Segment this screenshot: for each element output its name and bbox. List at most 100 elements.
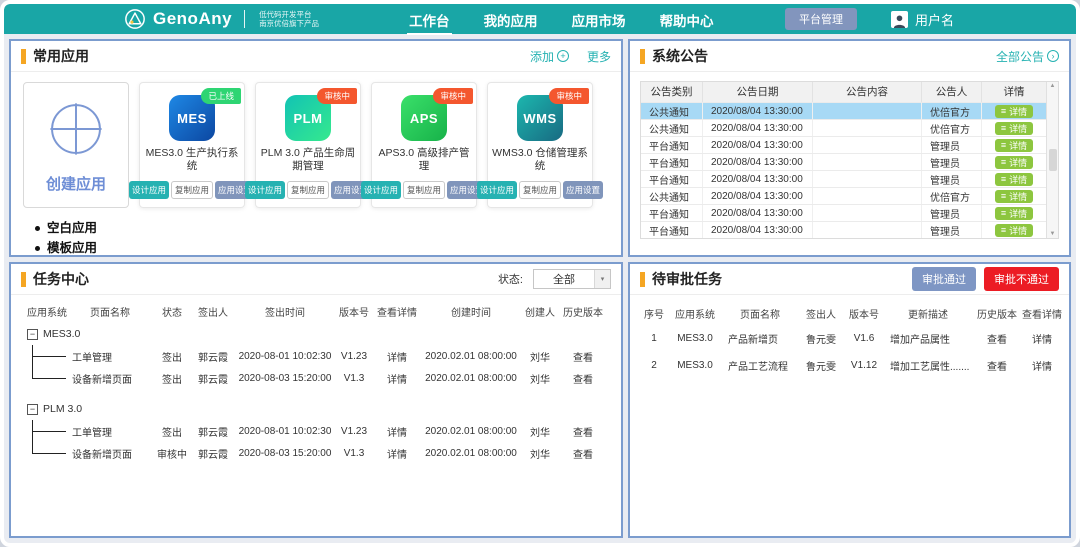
app-settings-button[interactable]: 应用设置	[563, 181, 603, 199]
nav-item-help-center[interactable]: 帮助中心	[658, 4, 716, 35]
common-apps-body: 创建应用 空白应用 模板应用 已上线 MES MES3.0 生产执行系统 设计应…	[11, 72, 621, 257]
username-label: 用户名	[915, 10, 954, 29]
task-history-link[interactable]: 查看	[559, 371, 607, 386]
task-row[interactable]: 设备新增页面 审核中 郭云霞 2020-08-03 15:20:00 V1.3 …	[19, 442, 613, 464]
design-app-button[interactable]: 设计应用	[245, 181, 285, 199]
announcements-panel: 系统公告 全部公告 › 公告类别 公告日期 公告内容 公告人 详情	[628, 39, 1071, 257]
announcement-row[interactable]: 平台通知2020/08/04 13:30:00 管理员 ≡详情	[641, 170, 1046, 187]
copy-app-button[interactable]: 复制应用	[519, 181, 561, 199]
collapse-icon[interactable]: −	[27, 329, 38, 340]
task-group-children: 工单管理 签出 郭云霞 2020-08-01 10:02:30 V1.23 详情…	[19, 420, 613, 464]
list-icon: ≡	[1001, 174, 1006, 184]
copy-app-button[interactable]: 复制应用	[403, 181, 445, 199]
nav-item-my-apps[interactable]: 我的应用	[482, 4, 540, 35]
approvals-panel: 待审批任务 审批通过 审批不通过 序号应用系统 页面名称签出人 版本号更新描述 …	[628, 262, 1071, 538]
design-app-button[interactable]: 设计应用	[361, 181, 401, 199]
design-app-button[interactable]: 设计应用	[477, 181, 517, 199]
create-app-icon	[43, 96, 109, 167]
brand-tagline: 低代码开发平台 南京优倍旗下产品	[259, 10, 319, 28]
more-apps-link[interactable]: 更多	[587, 48, 611, 65]
create-app-card[interactable]: 创建应用	[23, 82, 129, 208]
app-name: MES3.0 生产执行系统	[143, 147, 241, 181]
announcement-detail-button[interactable]: ≡详情	[995, 156, 1033, 169]
platform-admin-button[interactable]: 平台管理	[785, 8, 857, 30]
task-history-link[interactable]: 查看	[559, 349, 607, 364]
approval-row[interactable]: 1 MES3.0 产品新增页 鲁元雯 V1.6 增加产品属性 查看 详情	[640, 325, 1059, 352]
user-menu[interactable]: 用户名	[891, 10, 954, 29]
approval-history-link[interactable]: 查看	[972, 358, 1022, 373]
approval-history-link[interactable]: 查看	[972, 331, 1022, 346]
task-row[interactable]: 设备新增页面 签出 郭云霞 2020-08-03 15:20:00 V1.3 详…	[19, 367, 613, 389]
create-options: 空白应用 模板应用	[23, 218, 129, 257]
blank-app-option[interactable]: 空白应用	[35, 218, 129, 238]
approval-detail-link[interactable]: 详情	[1022, 358, 1062, 373]
topbar-right: 平台管理 用户名	[785, 8, 954, 30]
announcement-row[interactable]: 公共通知2020/08/04 13:30:00 优倍官方 ≡详情	[641, 187, 1046, 204]
announcement-row[interactable]: 平台通知2020/08/04 13:30:00 管理员 ≡详情	[641, 136, 1046, 153]
announcement-detail-button[interactable]: ≡详情	[995, 105, 1033, 118]
task-detail-link[interactable]: 详情	[373, 424, 421, 439]
announcement-detail-button[interactable]: ≡详情	[995, 207, 1033, 220]
common-apps-panel: 常用应用 添加 + 更多	[9, 39, 623, 257]
all-announcements-link[interactable]: 全部公告 ›	[996, 48, 1059, 65]
announcements-title: 系统公告	[652, 46, 708, 66]
template-app-option[interactable]: 模板应用	[35, 238, 129, 257]
announcement-row[interactable]: 平台通知2020/08/04 13:30:00 管理员 ≡详情	[641, 204, 1046, 221]
announcement-row[interactable]: 公共通知2020/08/04 13:30:00 优倍官方 ≡详情	[641, 119, 1046, 136]
title-bar-accent	[21, 272, 26, 287]
add-app-link[interactable]: 添加 +	[530, 48, 569, 65]
list-icon: ≡	[1001, 225, 1006, 235]
announcement-detail-button[interactable]: ≡详情	[995, 190, 1033, 203]
announcements-body: 公告类别 公告日期 公告内容 公告人 详情 公共通知2020/08/04 13:…	[630, 72, 1069, 239]
common-apps-header: 常用应用 添加 + 更多	[11, 41, 621, 72]
design-app-button[interactable]: 设计应用	[129, 181, 169, 199]
scroll-down-icon[interactable]: ▼	[1050, 231, 1056, 237]
task-history-link[interactable]: 查看	[559, 424, 607, 439]
scrollbar-thumb[interactable]	[1049, 149, 1057, 171]
announcement-row[interactable]: 平台通知2020/08/04 13:30:00 管理员 ≡详情	[641, 153, 1046, 170]
brand-separator	[244, 10, 245, 28]
announcement-row[interactable]: 公共通知2020/08/04 13:30:00 优倍官方 ≡详情	[641, 102, 1046, 119]
list-icon: ≡	[1001, 140, 1006, 150]
reject-button[interactable]: 审批不通过	[984, 267, 1059, 291]
app-card-wms: 审核中 WMS WMS3.0 仓储管理系统 设计应用 复制应用 应用设置	[487, 82, 593, 208]
announcement-row[interactable]: 平台通知2020/08/04 13:30:00 管理员 ≡详情	[641, 221, 1046, 238]
title-bar-accent	[640, 49, 645, 64]
genoany-logo-icon	[124, 8, 146, 30]
scroll-up-icon[interactable]: ▲	[1050, 83, 1056, 89]
title-bar-accent	[640, 272, 645, 287]
genoany-workbench: GenoAny 低代码开发平台 南京优倍旗下产品 工作台 我的应用 应用市场 帮…	[0, 0, 1080, 547]
list-icon: ≡	[1001, 106, 1006, 116]
add-circle-icon: +	[557, 50, 569, 62]
approvals-title: 待审批任务	[652, 269, 722, 289]
nav-item-app-market[interactable]: 应用市场	[570, 4, 628, 35]
approval-row[interactable]: 2 MES3.0 产品工艺流程 鲁元雯 V1.12 增加工艺属性....... …	[640, 352, 1059, 379]
common-apps-title: 常用应用	[33, 46, 89, 66]
app-card-aps: 审核中 APS APS3.0 高级排产管理 设计应用 复制应用 应用设置	[371, 82, 477, 208]
collapse-icon[interactable]: −	[27, 404, 38, 415]
announcements-scrollbar[interactable]: ▲ ▼	[1046, 82, 1058, 238]
announcement-detail-button[interactable]: ≡详情	[995, 139, 1033, 152]
task-row[interactable]: 工单管理 签出 郭云霞 2020-08-01 10:02:30 V1.23 详情…	[19, 345, 613, 367]
task-detail-link[interactable]: 详情	[373, 371, 421, 386]
status-badge: 审核中	[317, 88, 357, 104]
copy-app-button[interactable]: 复制应用	[171, 181, 213, 199]
task-center-body: 应用系统页面名称 状态签出人 签出时间版本号 查看详情创建时间 创建人历史版本 …	[11, 295, 621, 468]
task-detail-link[interactable]: 详情	[373, 349, 421, 364]
nav-item-workbench[interactable]: 工作台	[407, 4, 452, 35]
announcement-detail-button[interactable]: ≡详情	[995, 173, 1033, 186]
approval-detail-link[interactable]: 详情	[1022, 331, 1062, 346]
user-avatar-icon	[891, 11, 908, 28]
list-icon: ≡	[1001, 157, 1006, 167]
announcement-detail-button[interactable]: ≡详情	[995, 224, 1033, 237]
announcement-detail-button[interactable]: ≡详情	[995, 122, 1033, 135]
task-row[interactable]: 工单管理 签出 郭云霞 2020-08-01 10:02:30 V1.23 详情…	[19, 420, 613, 442]
status-filter-select[interactable]: 全部 ▾	[533, 269, 611, 289]
announcements-header: 系统公告 全部公告 ›	[630, 41, 1069, 72]
approve-button[interactable]: 审批通过	[912, 267, 976, 291]
copy-app-button[interactable]: 复制应用	[287, 181, 329, 199]
task-detail-link[interactable]: 详情	[373, 446, 421, 461]
task-history-link[interactable]: 查看	[559, 446, 607, 461]
status-badge: 审核中	[549, 88, 589, 104]
create-app-label: 创建应用	[46, 173, 106, 194]
